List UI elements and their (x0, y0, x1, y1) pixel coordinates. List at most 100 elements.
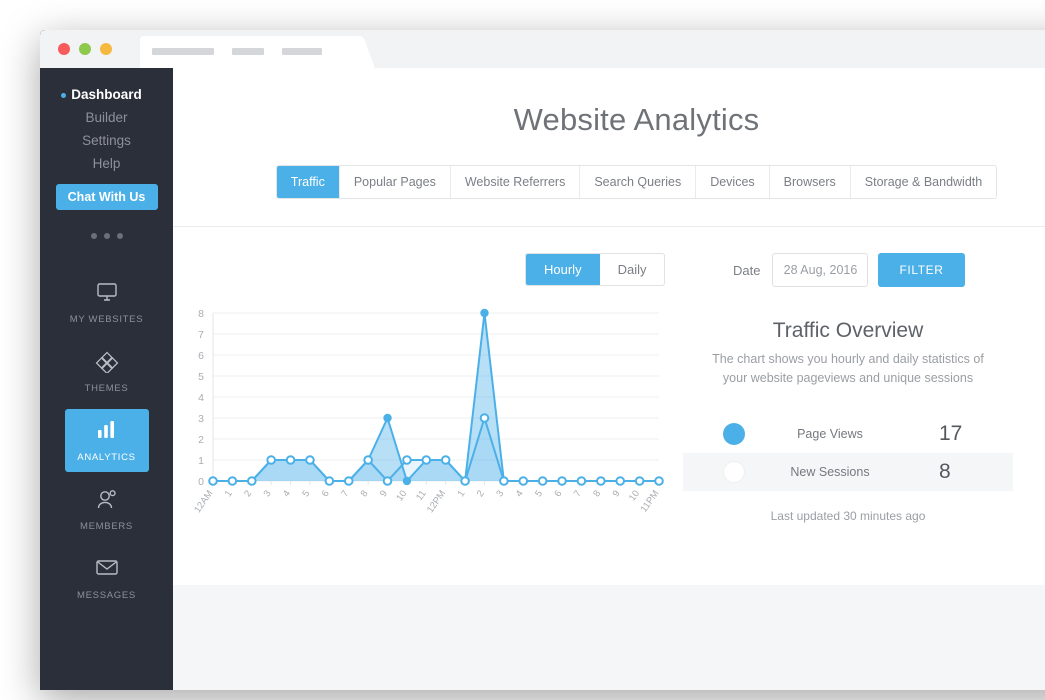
data-point[interactable] (596, 476, 606, 486)
sidebar-link-dashboard[interactable]: Dashboard (40, 84, 173, 106)
data-point[interactable] (499, 476, 509, 486)
sidebar-item-my-websites[interactable]: MY WEBSITES (65, 271, 149, 334)
sidebar-link-settings[interactable]: Settings (40, 130, 173, 152)
traffic-chart-svg: 01234567812AM 1 2 3 4 5 6 7 8 9 10 1112PM 1 2 3 4 5 6 7 8 9 1… (192, 308, 664, 515)
tab-website-referrers[interactable]: Website Referrers (450, 166, 581, 198)
data-point[interactable] (402, 455, 412, 465)
data-point[interactable] (363, 455, 373, 465)
data-point[interactable] (634, 476, 645, 486)
x-axis-label: 3 (262, 488, 274, 499)
tab-search-queries[interactable]: Search Queries (580, 166, 697, 198)
x-axis-label: 10 (394, 488, 409, 503)
data-point[interactable] (382, 476, 393, 486)
minimize-window-icon[interactable] (79, 43, 91, 55)
metric-legend: Page Views 17 New Sessions 8 (683, 415, 1013, 491)
date-input[interactable] (772, 253, 869, 287)
data-point[interactable] (343, 476, 354, 486)
interval-option-daily[interactable]: Daily (600, 254, 665, 285)
dot (103, 233, 110, 239)
data-point[interactable] (557, 476, 567, 486)
data-point[interactable] (440, 455, 451, 465)
more-options-icon[interactable] (40, 233, 173, 239)
x-axis-label: 8 (591, 488, 603, 499)
tab-popular-pages[interactable]: Popular Pages (339, 166, 451, 198)
data-point[interactable] (402, 476, 412, 486)
metric-row-page-views: Page Views 17 (683, 415, 1013, 453)
sidebar-item-label: THEMES (84, 383, 129, 394)
sidebar-link-label: Builder (85, 110, 128, 125)
data-point[interactable] (266, 455, 276, 465)
data-point[interactable] (576, 476, 587, 486)
y-axis-tick: 7 (198, 329, 204, 341)
data-point[interactable] (383, 413, 392, 423)
panel-footer-gap (173, 571, 1045, 585)
data-point[interactable] (479, 413, 490, 423)
sidebar-item-members[interactable]: MEMBERS (65, 478, 149, 541)
sidebar-link-builder[interactable]: Builder (40, 107, 173, 129)
data-point[interactable] (654, 476, 664, 486)
tab-browsers[interactable]: Browsers (769, 166, 851, 198)
interval-toggle[interactable]: Hourly Daily (525, 253, 666, 286)
sidebar: Dashboard Builder Settings Help Chat Wit… (40, 68, 173, 690)
data-point[interactable] (246, 476, 257, 486)
filter-button[interactable]: FILTER (878, 253, 965, 287)
envelope-icon (65, 558, 149, 584)
data-point[interactable] (518, 476, 529, 486)
members-icon (65, 489, 149, 515)
metric-name: Page Views (797, 427, 863, 441)
tab-storage-bandwidth[interactable]: Storage & Bandwidth (850, 166, 997, 198)
data-point[interactable] (227, 476, 238, 486)
page-title: Website Analytics (513, 102, 760, 137)
x-axis-label: 8 (359, 488, 371, 499)
tab-devices[interactable]: Devices (696, 166, 770, 198)
data-point[interactable] (305, 455, 315, 465)
data-point[interactable] (324, 476, 335, 486)
close-window-icon[interactable] (58, 43, 70, 55)
sidebar-link-help[interactable]: Help (40, 153, 173, 175)
data-point[interactable] (285, 455, 296, 465)
sidebar-item-label: ANALYTICS (77, 452, 136, 463)
tab-placeholder-bar (232, 48, 264, 55)
x-axis-label: 6 (320, 488, 332, 499)
date-filter-group: Date FILTER (733, 253, 965, 287)
tab-traffic[interactable]: Traffic (276, 166, 340, 198)
sidebar-item-messages[interactable]: MESSAGES (65, 547, 149, 610)
x-axis-label: 2 (475, 488, 487, 499)
window-controls[interactable] (58, 43, 112, 55)
interval-option-hourly[interactable]: Hourly (526, 254, 600, 285)
data-point[interactable] (460, 476, 470, 486)
x-axis-label: 11 (414, 488, 429, 502)
dot (116, 233, 123, 239)
main-content: Website Analytics Traffic Popular Pages We… (173, 68, 1045, 690)
y-axis-tick: 5 (198, 371, 204, 383)
metric-value: 17 (939, 422, 963, 445)
overview-title: Traffic Overview (772, 319, 924, 342)
chart-controls: Hourly Daily Date FILTER (173, 249, 1045, 295)
data-point[interactable] (421, 455, 432, 465)
tab-placeholder-bars (152, 48, 322, 55)
traffic-chart: 0 1 2 3 4 5 6 7 8 12AM 1 2 3 4 5 6 7 8 9 10 11 12PM 1 2 3 4 5 6 7 8 9 1… (173, 303, 683, 533)
tab-placeholder-bar (152, 48, 214, 55)
tab-placeholder-bar (282, 48, 322, 55)
x-axis-label: 2 (242, 488, 254, 499)
data-point[interactable] (615, 476, 626, 486)
screenshot-stage: Dashboard Builder Settings Help Chat Wit… (0, 0, 1045, 700)
sidebar-item-label: MESSAGES (77, 590, 136, 601)
chat-with-us-button[interactable]: Chat With Us (55, 184, 158, 210)
x-axis-label: 9 (611, 488, 623, 499)
data-point[interactable] (537, 476, 548, 486)
x-axis-label: 12PM (425, 488, 448, 515)
y-axis-tick: 3 (198, 413, 204, 425)
maximize-window-icon[interactable] (100, 43, 112, 55)
x-axis-label: 6 (552, 488, 564, 499)
x-axis-label: 10 (627, 488, 642, 503)
sidebar-item-analytics[interactable]: ANALYTICS (64, 409, 149, 472)
traffic-overview-panel: Traffic Overview The chart shows you hou… (683, 303, 1013, 533)
sidebar-item-themes[interactable]: THEMES (65, 340, 149, 403)
x-axis-label: 3 (494, 488, 506, 499)
sidebar-link-label: Dashboard (71, 87, 142, 102)
new-sessions-swatch-icon (723, 461, 745, 483)
data-point[interactable] (208, 476, 218, 486)
data-point[interactable] (480, 308, 489, 318)
browser-tab[interactable] (140, 36, 355, 68)
